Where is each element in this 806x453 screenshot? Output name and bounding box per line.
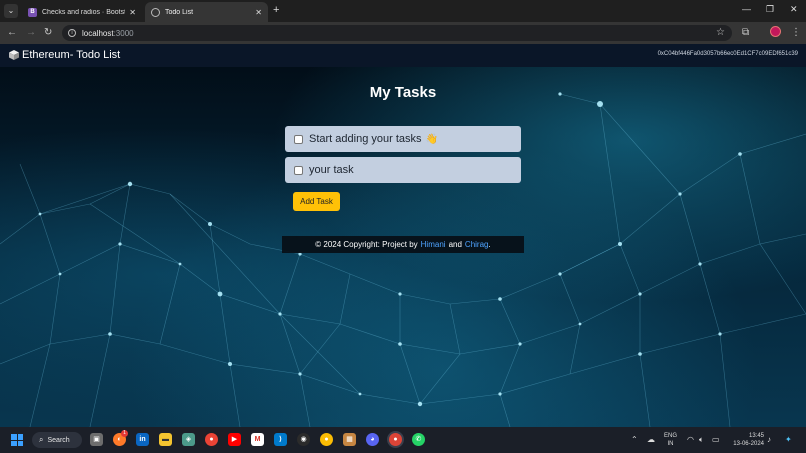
app-brand[interactable]: Ethereum- Todo List [9,49,120,61]
taskbar-search[interactable]: ⌕ Search [32,432,82,448]
task-view-icon[interactable]: ▣ [90,433,103,446]
wifi-icon[interactable]: ◠ [687,435,694,445]
waving-hand-emoji: 👋 [425,133,438,145]
add-task-button[interactable]: Add Task [293,192,340,211]
account-address: 0xC04bf446Fa0d3057b66ec0Ed1CF7c09EDf651c… [657,51,798,57]
page-title: My Tasks [369,84,437,101]
search-icon: ⌕ [39,435,44,444]
windows-start-icon[interactable] [11,434,23,446]
youtube-icon[interactable]: ▶ [228,433,241,446]
chrome-active-icon[interactable]: ● [389,433,402,446]
system-clock[interactable]: 13:45 13-06-2024 [728,432,764,448]
windows-taskbar: ⌕ Search ▣ ◐ 1 in ▬ ◈ ● ▶ M ⟩ ◉ ● ▦ ◕ ● … [0,427,806,453]
copilot-icon[interactable]: ✦ [785,435,792,445]
reload-icon[interactable]: ↻ [44,26,52,40]
chrome-icon[interactable]: ● [205,433,218,446]
whatsapp-icon[interactable]: ✆ [412,433,425,446]
forward-arrow-icon[interactable]: → [26,26,36,40]
clock-date: 13-06-2024 [733,441,764,447]
extensions-puzzle-icon[interactable]: ⧉ [742,26,749,40]
task-text: Start adding your tasks [309,133,422,145]
back-arrow-icon[interactable]: ← [7,26,17,40]
tab-title: Checks and radios · Bootstrap v [42,8,126,16]
bootstrap-favicon-icon: B [28,7,37,17]
minimize-window-icon[interactable]: — [742,4,751,14]
battery-icon[interactable]: ▭ [712,435,720,445]
task-item[interactable]: your task [285,157,521,183]
tab-title: Todo List [165,8,194,16]
browser-tab-strip: ⌄ B Checks and radios · Bootstrap v ✕ To… [0,0,806,22]
taskbar-search-label: Search [47,436,70,444]
vscode-icon[interactable]: ⟩ [274,433,287,446]
app-navbar: Ethereum- Todo List 0xC04bf446Fa0d3057b6… [0,44,806,67]
bookmark-star-icon[interactable]: ☆ [716,26,725,40]
footer-joiner: and [448,240,462,249]
restore-window-icon[interactable]: ❐ [766,4,774,15]
chrome-canary-icon[interactable]: ● [320,433,333,446]
author-link-himani[interactable]: Himani [421,240,446,249]
cube-icon [9,50,19,60]
tab-search-chevron-icon[interactable]: ⌄ [4,4,18,18]
language-region: IN [667,441,674,447]
app-icon-box[interactable]: ▦ [343,433,356,446]
notification-badge: 1 [121,430,128,437]
close-tab-icon[interactable]: ✕ [129,8,136,17]
address-bar[interactable]: i localhost:3000 [62,25,732,41]
app-brand-label: Ethereum- Todo List [22,49,121,61]
address-port: :3000 [113,28,134,38]
linkedin-icon[interactable]: in [136,433,149,446]
show-hidden-icons-chevron-icon[interactable]: ⌃ [631,435,638,445]
browser-toolbar: ← → ↻ i localhost:3000 ☆ ⧉ ⋮ [0,22,806,44]
tab-todo-list[interactable]: Todo List ✕ [145,2,268,22]
clock-time: 13:45 [748,433,764,439]
notifications-bell-icon[interactable]: ♪ [767,435,771,445]
close-window-icon[interactable]: ✕ [790,4,798,15]
language-indicator[interactable]: ENG IN [664,432,677,448]
profile-avatar[interactable] [770,26,781,37]
volume-icon[interactable]: 🔈︎ [699,435,704,445]
app-icon-green[interactable]: ◈ [182,433,195,446]
site-info-icon[interactable]: i [68,29,76,37]
address-host: localhost [82,28,114,38]
task-checkbox[interactable] [294,165,303,175]
task-checkbox[interactable] [294,134,303,144]
task-text: your task [309,164,354,176]
browser-menu-kebab-icon[interactable]: ⋮ [791,26,801,40]
file-explorer-icon[interactable]: ▬ [159,433,172,446]
globe-favicon-icon [151,7,160,17]
task-item[interactable]: Start adding your tasks 👋 [285,126,521,152]
close-tab-icon[interactable]: ✕ [255,8,262,17]
page-footer: © 2024 Copyright: Project by Himani and … [282,236,524,253]
author-link-chirag[interactable]: Chirag [465,240,489,249]
gmail-icon[interactable]: M [251,433,264,446]
tab-checks-and-radios[interactable]: B Checks and radios · Bootstrap v ✕ [22,2,142,22]
cloud-icon[interactable]: ☁ [647,435,655,445]
new-tab-plus-icon[interactable]: + [273,4,279,16]
language-code: ENG [664,433,678,439]
discord-icon[interactable]: ◕ [366,433,379,446]
footer-suffix: . [488,240,491,249]
app-icon-dark[interactable]: ◉ [297,433,310,446]
footer-copyright: © 2024 Copyright: Project by [315,240,418,249]
todo-page: Ethereum- Todo List 0xC04bf446Fa0d3057b6… [0,44,806,427]
